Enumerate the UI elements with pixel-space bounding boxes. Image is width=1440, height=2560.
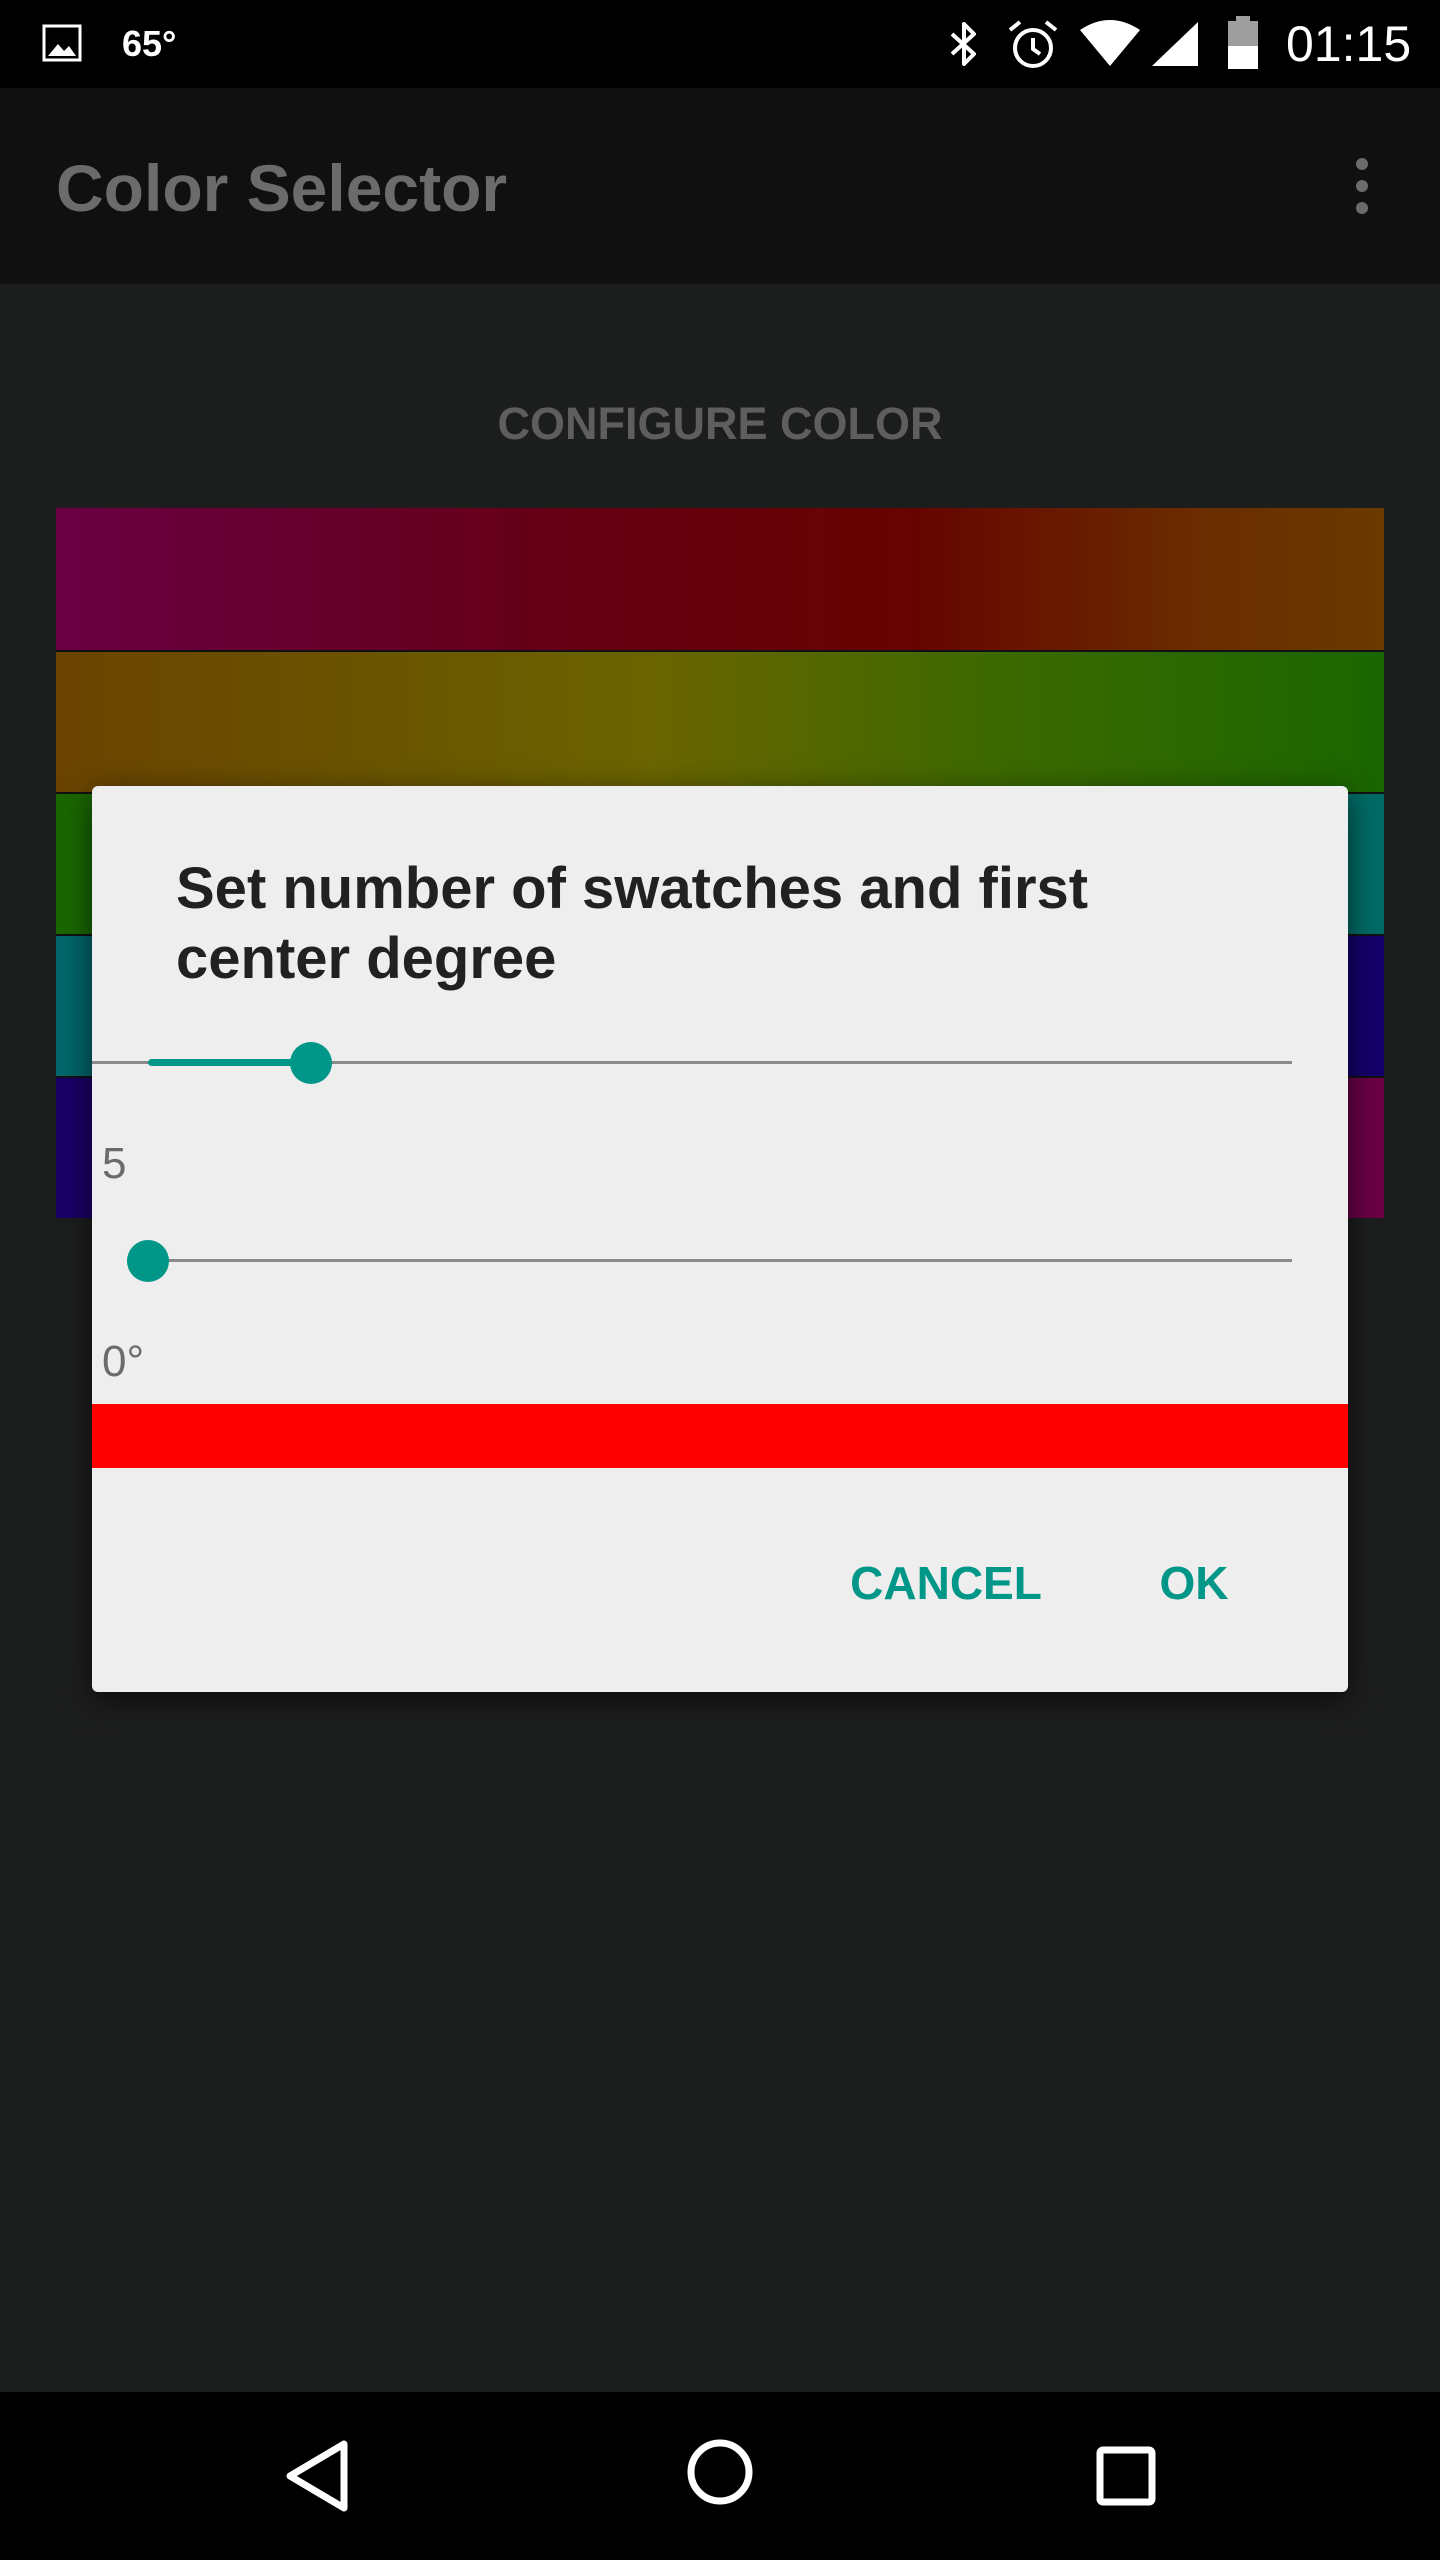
app-title: Color Selector — [56, 151, 508, 225]
bluetooth-icon — [950, 22, 976, 66]
wifi-icon — [1080, 20, 1140, 66]
ok-button[interactable]: OK — [1136, 1546, 1252, 1620]
center-degree-value: 0° — [102, 1337, 145, 1386]
center-degree-slider-thumb[interactable] — [127, 1240, 169, 1282]
color-swatch[interactable] — [56, 508, 1384, 650]
recents-icon[interactable] — [1096, 2446, 1156, 2506]
back-icon[interactable] — [282, 2438, 354, 2514]
center-degree-slider[interactable] — [56, 1226, 1292, 1306]
color-swatch[interactable] — [56, 650, 1384, 794]
gallery-icon — [42, 24, 82, 62]
battery-icon — [1228, 16, 1258, 69]
center-degree-slider-track[interactable] — [150, 1259, 1292, 1262]
cancel-button[interactable]: CANCEL — [828, 1546, 1064, 1620]
swatch-count-slider-fill — [148, 1059, 310, 1066]
swatch-count-value: 5 — [102, 1139, 127, 1188]
temperature-text: 65° — [122, 23, 177, 64]
clock-text: 01:15 — [1286, 16, 1412, 72]
signal-icon — [1152, 22, 1198, 66]
swatch-count-slider[interactable] — [56, 1040, 1292, 1120]
configure-color-button[interactable]: CONFIGURE COLOR — [0, 392, 1440, 456]
swatch-count-slider-thumb[interactable] — [290, 1042, 332, 1084]
status-bar — [0, 0, 1440, 88]
dialog-title: Set number of swatches and first center … — [176, 856, 1089, 991]
overflow-menu-icon[interactable] — [1342, 156, 1382, 216]
alarm-icon — [1008, 20, 1058, 68]
home-icon[interactable] — [686, 2438, 754, 2506]
color-preview-strip — [92, 1404, 1348, 1468]
